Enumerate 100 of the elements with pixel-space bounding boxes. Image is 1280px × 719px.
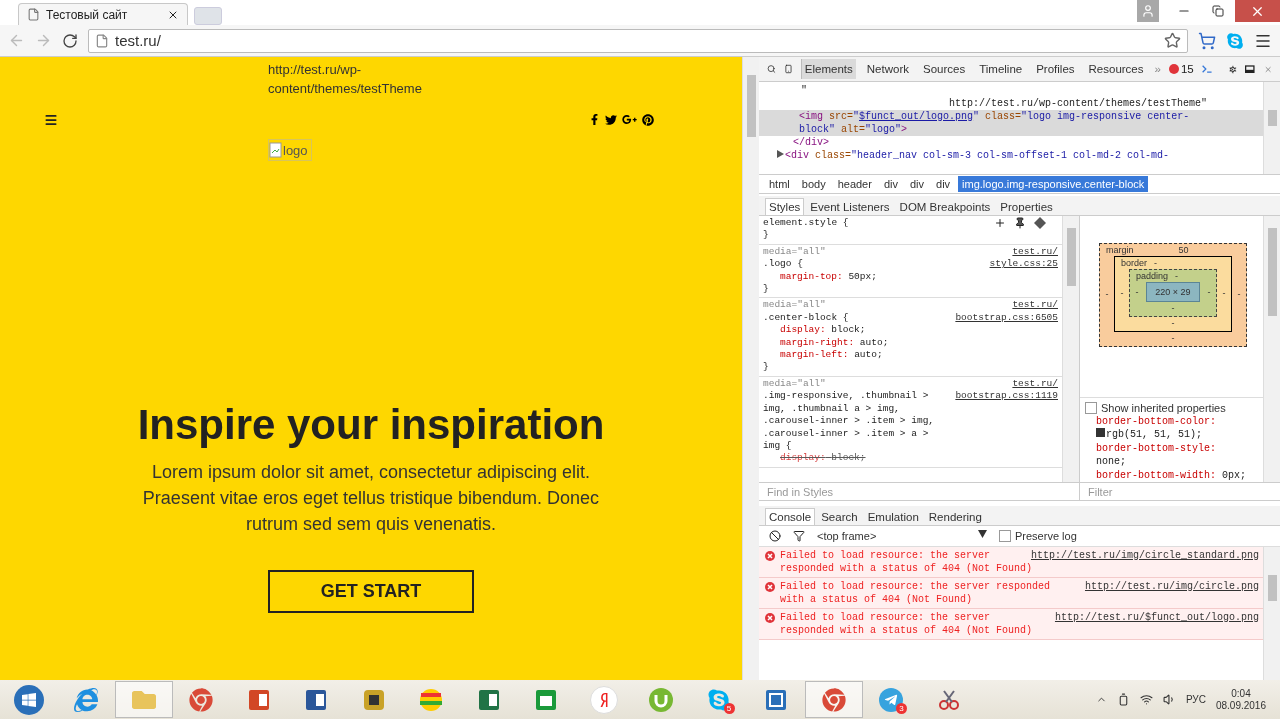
error-count[interactable]: 15 — [1168, 63, 1194, 75]
clear-console-icon[interactable] — [769, 530, 781, 542]
box-value: - — [1105, 289, 1109, 299]
breadcrumb-item[interactable]: html — [765, 176, 794, 192]
devtools-tab[interactable]: Timeline — [976, 59, 1026, 79]
pinterest-icon[interactable] — [642, 113, 654, 126]
box-value: - — [1175, 271, 1179, 281]
drawer-tab[interactable]: Search — [817, 508, 862, 525]
menu-icon[interactable] — [44, 112, 58, 127]
presentation-app-icon[interactable] — [247, 688, 270, 711]
resource-link[interactable]: http://test.ru/img/circle_standard.png — [1030, 549, 1259, 562]
chrome-icon[interactable] — [189, 687, 214, 712]
frame-select[interactable]: <top frame> — [817, 530, 987, 542]
source-link[interactable]: bootstrap.css:1119 — [955, 390, 1058, 403]
devtools-tab[interactable]: Sources — [919, 59, 969, 79]
search-icon[interactable] — [767, 62, 776, 76]
archive-app-icon[interactable] — [362, 688, 385, 711]
css-property[interactable]: display: block; — [763, 452, 1058, 465]
page-scrollbar[interactable] — [742, 57, 759, 680]
dock-icon[interactable] — [1245, 62, 1256, 76]
dom-link[interactable]: $funct_out/logo.png — [859, 111, 974, 122]
tree-scrollbar[interactable] — [1263, 82, 1280, 174]
sidebar-tab[interactable]: Properties — [996, 198, 1057, 215]
css-property[interactable]: margin-right: auto; — [763, 336, 1058, 350]
facebook-icon[interactable] — [589, 114, 600, 125]
resource-link[interactable]: http://test.ru/$funct_out/logo.png — [1054, 611, 1259, 624]
devtools-tab[interactable]: Profiles — [1033, 59, 1078, 79]
dom-line[interactable]: <div class="header_nav col-sm-3 col-sm-offset-1 col-md-2 col-md- — [785, 149, 1185, 162]
taskbar-item[interactable]: 3 — [862, 681, 920, 718]
drawer-tab[interactable]: Console — [765, 508, 816, 525]
new-rule-icon[interactable] — [994, 217, 1006, 229]
css-brace: } — [763, 229, 770, 242]
find-field[interactable]: Find in Styles — [765, 484, 1079, 499]
skype-icon[interactable] — [1226, 31, 1244, 50]
breadcrumb-item[interactable]: body — [797, 176, 830, 192]
resource-link[interactable]: http://test.ru/img/circle.png — [1084, 580, 1259, 593]
yandex-browser-icon[interactable] — [589, 685, 618, 714]
spreadsheet-app-icon[interactable] — [477, 688, 500, 711]
store-icon[interactable] — [535, 688, 558, 711]
google-plus-icon[interactable] — [622, 112, 637, 127]
drawer-tab[interactable]: Rendering — [924, 508, 986, 525]
source-link[interactable]: test.ru/ — [1012, 299, 1058, 312]
box-value: - — [1154, 258, 1157, 268]
device-mode-icon[interactable] — [783, 62, 793, 76]
breadcrumb-item[interactable]: div — [905, 176, 929, 192]
metrics-scrollbar[interactable] — [1263, 216, 1280, 482]
styles-scrollbar[interactable] — [1062, 216, 1079, 482]
css-property[interactable]: margin-top: 50px; — [763, 270, 1058, 284]
start-button-icon[interactable] — [13, 684, 44, 715]
box-value: - — [1207, 287, 1211, 297]
network-icon[interactable] — [1139, 693, 1153, 706]
brackets-editor-icon[interactable] — [765, 688, 788, 711]
address-bar[interactable]: test.ru/ — [88, 28, 1188, 53]
filter-icon[interactable] — [793, 530, 805, 542]
clock[interactable]: 0:04 08.09.2016 — [1215, 687, 1266, 712]
devtools-tab[interactable]: Resources — [1085, 59, 1147, 79]
browser-e-icon[interactable] — [74, 687, 99, 712]
css-brace: } — [763, 283, 770, 296]
language-indicator[interactable]: РУС — [1185, 694, 1206, 705]
source-link[interactable]: style.css:25 — [989, 258, 1058, 271]
inherited-checkbox[interactable]: Show inherited properties — [1080, 398, 1263, 414]
dom-line[interactable]: </div> — [793, 136, 829, 149]
torrent-app-icon[interactable] — [648, 686, 675, 713]
expand-triangle-icon[interactable] — [777, 150, 784, 158]
page-icon — [27, 8, 40, 21]
css-property[interactable]: margin-left: auto; — [763, 349, 1058, 362]
reload-icon[interactable] — [62, 32, 78, 49]
volume-icon[interactable] — [1162, 693, 1176, 706]
breadcrumb-item[interactable]: img.logo.img-responsive.center-block — [958, 176, 1149, 192]
breadcrumb-item[interactable]: div — [932, 176, 955, 192]
browser-tab[interactable]: Тестовый сайт — [18, 3, 188, 25]
close-button[interactable] — [1235, 0, 1280, 22]
source-link[interactable]: bootstrap.css:6505 — [955, 311, 1058, 325]
skype-icon[interactable] — [706, 687, 731, 712]
breadcrumb-item[interactable]: div — [879, 176, 902, 192]
document-app-icon[interactable] — [305, 688, 328, 711]
sidebar-tab[interactable]: Styles — [765, 198, 805, 215]
console-scrollbar[interactable] — [1263, 547, 1280, 680]
drawer-tab[interactable]: Emulation — [863, 508, 923, 525]
preserve-log-checkbox[interactable]: Preserve log — [999, 530, 1077, 542]
breadcrumb-item[interactable]: header — [833, 176, 876, 192]
twitter-icon[interactable] — [605, 113, 617, 126]
filter-field[interactable]: Filter — [1086, 484, 1280, 499]
cart-icon[interactable] — [1198, 31, 1216, 50]
devtools-tab[interactable]: Elements — [800, 59, 856, 79]
taskbar-item[interactable]: 5 — [690, 681, 748, 718]
source-link[interactable]: test.ru/ — [1012, 245, 1058, 259]
css-property[interactable]: display: block; — [763, 324, 1058, 337]
get-start-button[interactable]: GET START — [268, 570, 474, 613]
sidebar-tab[interactable]: Event Listeners — [806, 198, 894, 215]
pin-icon[interactable] — [1014, 217, 1026, 229]
console-prompt-icon[interactable] — [1201, 63, 1212, 75]
source-link[interactable]: test.ru/ — [1012, 377, 1058, 391]
sidebar-tab[interactable]: DOM Breakpoints — [895, 198, 995, 215]
devtools-tab[interactable]: Network — [863, 59, 912, 79]
rainbow-ball-icon[interactable] — [419, 687, 444, 712]
bookmark-star-icon[interactable] — [1164, 32, 1181, 49]
telegram-icon[interactable] — [879, 687, 904, 712]
person-icon — [1141, 4, 1155, 18]
chrome-icon[interactable] — [821, 687, 846, 712]
